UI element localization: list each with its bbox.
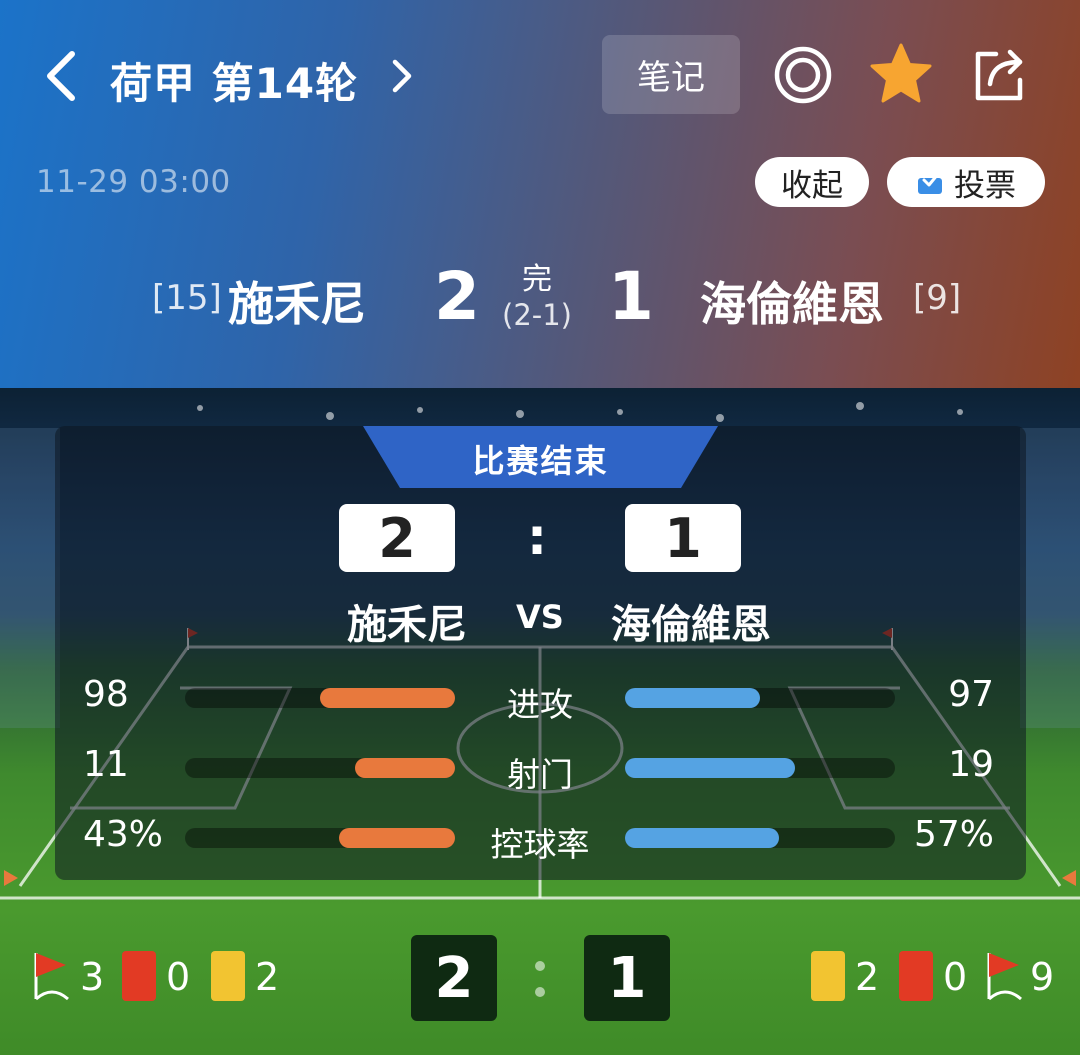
home-red-card-icon	[122, 951, 156, 1001]
round-title[interactable]: 荷甲 第14轮	[110, 50, 358, 111]
stat-home-bar-fill	[320, 688, 455, 708]
match-header: 荷甲 第14轮 笔记 11-29 03:00 收起 投票 [15] 施禾尼 2 …	[0, 0, 1080, 388]
vote-label: 投票	[954, 167, 1016, 204]
stat-away-bar-track	[625, 828, 895, 848]
stat-home-bar-track	[185, 828, 455, 848]
vs-label: VS	[516, 598, 564, 636]
stat-away-bar-track	[625, 688, 895, 708]
share-icon[interactable]	[968, 44, 1030, 106]
stat-away-bar-fill	[625, 828, 779, 848]
away-team-name[interactable]: 海倫維恩	[700, 268, 884, 334]
note-button[interactable]: 笔记	[602, 35, 740, 114]
corner-flag-icon	[34, 953, 69, 1001]
bottom-away-score: 1	[584, 935, 670, 1021]
away-score: 1	[608, 258, 654, 335]
bottom-stats-bar: 3 0 2 2 1 2 0 9	[0, 925, 1080, 1035]
away-rank: [9]	[913, 278, 962, 318]
home-team-name[interactable]: 施禾尼	[228, 268, 366, 334]
stat-row: 11 射门 19	[55, 744, 1026, 794]
away-corners: 9	[1030, 955, 1055, 999]
match-finished-banner: 比赛结束	[472, 442, 609, 480]
panel-away-score: 1	[625, 504, 741, 572]
favorite-star-icon[interactable]	[868, 41, 934, 107]
vote-button[interactable]: 投票	[887, 157, 1045, 207]
result-panel: 比赛结束 2 : 1 施禾尼 VS 海倫維恩 98 进攻 97 11 射门 19 43% 控球…	[55, 426, 1026, 880]
bottom-score-colon	[531, 955, 549, 1005]
away-red-cards: 0	[943, 955, 968, 999]
stat-row: 43% 控球率 57%	[55, 814, 1026, 864]
back-arrow-icon[interactable]	[38, 46, 86, 106]
stat-home-bar-fill	[339, 828, 455, 848]
collapse-button[interactable]: 收起	[755, 157, 869, 207]
score-colon: :	[527, 508, 547, 566]
target-icon[interactable]	[773, 45, 833, 105]
stat-home-value: 43%	[83, 814, 164, 855]
stat-label: 进攻	[507, 685, 573, 724]
halftime-score: (2-1)	[502, 298, 572, 332]
stat-away-value: 97	[948, 674, 994, 715]
vote-icon	[918, 172, 942, 194]
stat-label: 控球率	[490, 825, 590, 864]
top-nav-bar: 荷甲 第14轮 笔记	[0, 28, 1080, 124]
panel-away-name: 海倫維恩	[611, 602, 771, 648]
stat-away-bar-fill	[625, 758, 795, 778]
stat-away-value: 57%	[913, 814, 994, 855]
stadium-background: 比赛结束 2 : 1 施禾尼 VS 海倫維恩 98 进攻 97 11 射门 19 43% 控球…	[0, 388, 1080, 1055]
panel-home-score: 2	[339, 504, 455, 572]
stat-away-value: 19	[948, 744, 994, 785]
corner-flag-icon	[987, 953, 1022, 1001]
away-yellow-card-icon	[811, 951, 845, 1001]
away-yellow-cards: 2	[855, 955, 880, 999]
stat-label: 射门	[507, 755, 573, 794]
bottom-home-score: 2	[411, 935, 497, 1021]
stat-away-bar-track	[625, 758, 895, 778]
home-yellow-cards: 2	[255, 955, 280, 999]
home-red-cards: 0	[166, 955, 191, 999]
stat-home-value: 98	[83, 674, 129, 715]
home-rank: [15]	[152, 278, 222, 318]
stat-home-bar-track	[185, 688, 455, 708]
stat-home-value: 11	[83, 744, 129, 785]
home-score: 2	[434, 258, 480, 335]
panel-home-name: 施禾尼	[347, 602, 467, 648]
home-yellow-card-icon	[211, 951, 245, 1001]
score-line: [15] 施禾尼 2 完 (2-1) 1 海倫維恩 [9]	[0, 250, 1080, 350]
away-red-card-icon	[899, 951, 933, 1001]
stat-home-bar-track	[185, 758, 455, 778]
stat-row: 98 进攻 97	[55, 674, 1026, 724]
match-status: 完	[522, 262, 552, 297]
home-corners: 3	[80, 955, 105, 999]
match-datetime: 11-29 03:00	[36, 164, 231, 200]
stat-away-bar-fill	[625, 688, 760, 708]
chevron-right-icon[interactable]	[385, 54, 419, 98]
